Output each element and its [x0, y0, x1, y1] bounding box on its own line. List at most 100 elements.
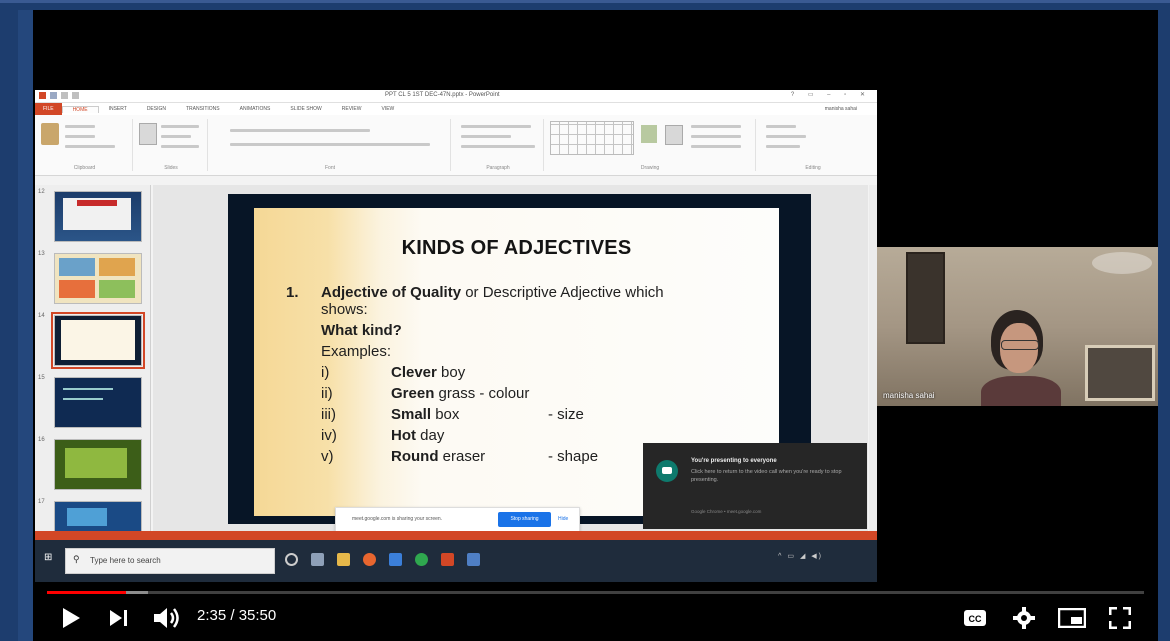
- ppt-titlebar: PPT CL 5 1ST DEC-47N.pptx - PowerPoint ?…: [35, 90, 877, 103]
- ribbon-group-label: Paragraph: [486, 165, 510, 171]
- ribbon-group-font: Font: [210, 119, 451, 171]
- item-text: or Descriptive Adjective which: [461, 284, 664, 301]
- ceiling-fan: [1092, 252, 1152, 274]
- ppt-window-title: PPT CL 5 1ST DEC-47N.pptx - PowerPoint: [385, 92, 500, 98]
- system-tray-icons: ^ ▭ ◢ ◀): [778, 553, 823, 560]
- fullscreen-icon[interactable]: [1109, 607, 1131, 629]
- powerpoint-taskbar-icon: [441, 553, 454, 566]
- search-icon: ⚲: [73, 554, 80, 564]
- slide-number: 12: [38, 189, 45, 195]
- example-bold: Round: [391, 448, 439, 465]
- ribbon-group-drawing: Drawing: [545, 119, 756, 171]
- volume-icon[interactable]: [153, 607, 181, 629]
- ribbon-tab-slideshow: SLIDE SHOW: [290, 106, 322, 112]
- ribbon-tab-file: FILE: [35, 103, 62, 115]
- ribbon-tab-transitions: TRANSITIONS: [185, 106, 220, 112]
- example-bold: Hot: [391, 427, 416, 444]
- wall-painting: [1085, 345, 1155, 401]
- video-player[interactable]: PPT CL 5 1ST DEC-47N.pptx - PowerPoint ?…: [33, 10, 1158, 641]
- presenting-notification: You're presenting to everyone Click here…: [643, 443, 867, 529]
- example-text: Green grass - colour: [391, 383, 529, 404]
- slide-thumbnail: [51, 312, 145, 369]
- slide-thumbnail: [54, 439, 142, 490]
- word-taskbar-icon: [467, 553, 480, 566]
- task-view-icon: [311, 553, 324, 566]
- video-progress-bar[interactable]: [47, 591, 1144, 594]
- example-note: - shape: [548, 448, 599, 465]
- ribbon-group-label: Clipboard: [73, 165, 96, 171]
- file-explorer-icon: [337, 553, 350, 566]
- ribbon: Clipboard Slides Font Paragraph Drawing …: [35, 115, 877, 176]
- window-controls-icon: ? ▭ – ▫ ✕: [790, 92, 871, 98]
- ribbon-group-label: Drawing: [640, 165, 660, 171]
- slide-number: 16: [38, 437, 45, 443]
- slide-thumbnail: [54, 501, 142, 533]
- taskbar-search-box: ⚲ Type here to search: [65, 548, 275, 574]
- slide-thumbnail-pane: 12 13 14 15 16 17: [35, 185, 151, 582]
- ribbon-group-label: Editing: [805, 165, 821, 171]
- example-text: Small box: [391, 404, 459, 425]
- svg-text:CC: CC: [969, 614, 982, 624]
- new-slide-icon: [139, 123, 157, 145]
- example-note: - size: [548, 406, 584, 423]
- wall-frame: [906, 252, 945, 344]
- slide-number: 13: [38, 251, 45, 257]
- participant-video-tile: manisha sahai: [877, 247, 1158, 406]
- examples-label: Examples:: [321, 343, 392, 360]
- closed-captions-icon[interactable]: CC: [963, 609, 987, 627]
- quick-access-toolbar: [39, 92, 79, 99]
- chrome-icon: [415, 553, 428, 566]
- example-num: iv): [321, 427, 337, 444]
- slide-scrollbar: [869, 185, 877, 582]
- hide-share-bar-button: Hide: [558, 516, 569, 522]
- example-text: Round eraser: [391, 446, 485, 467]
- participant-person: [981, 310, 1061, 406]
- ribbon-group-clipboard: Clipboard: [37, 119, 133, 171]
- ribbon-tab-design: DESIGN: [146, 106, 166, 112]
- taskbar-search-placeholder: Type here to search: [90, 556, 161, 565]
- windows-taskbar: ⊞ ⚲ Type here to search ^ ▭ ◢ ◀): [35, 540, 877, 582]
- example-bold: Clever: [391, 364, 437, 381]
- google-meet-icon: [656, 460, 678, 482]
- page-top-strip: [0, 0, 1170, 3]
- example-num: iii): [321, 406, 336, 423]
- powerpoint-logo-icon: [39, 92, 46, 99]
- ribbon-group-slides: Slides: [135, 119, 208, 171]
- cortana-icon: [285, 553, 298, 566]
- windows-start-icon: ⊞: [44, 552, 53, 563]
- taskbar-apps: [285, 553, 480, 566]
- screen-share-bar: meet.google.com is sharing your screen. …: [335, 507, 580, 532]
- example-rest: boy: [436, 364, 466, 381]
- play-icon[interactable]: [61, 607, 81, 629]
- slide-thumbnail: [54, 253, 142, 304]
- item-line2: shows:: [321, 301, 368, 318]
- example-bold: Green: [391, 385, 435, 402]
- ribbon-tab-view: VIEW: [381, 106, 395, 112]
- ribbon-tab-insert: INSERT: [108, 106, 127, 112]
- ppt-status-bar: [35, 531, 877, 540]
- ribbon-group-label: Font: [324, 165, 335, 171]
- slide-number: 15: [38, 375, 45, 381]
- ribbon-tab-animations: ANIMATIONS: [239, 106, 271, 112]
- ribbon-tab-home: HOME: [61, 105, 99, 113]
- undo-icon: [61, 92, 68, 99]
- example-rest: box: [431, 406, 460, 423]
- miniplayer-icon[interactable]: [1058, 608, 1086, 628]
- example-num: ii): [321, 385, 333, 402]
- stop-sharing-button: Stop sharing: [498, 512, 551, 527]
- share-message: meet.google.com is sharing your screen.: [352, 516, 443, 522]
- notification-source: Google Chrome • meet.google.com: [691, 509, 762, 514]
- ppt-user-name: manisha sahai: [824, 106, 857, 112]
- example-rest: day: [416, 427, 445, 444]
- example-num: i): [321, 364, 330, 381]
- slide-title: KINDS OF ADJECTIVES: [401, 237, 632, 259]
- ribbon-tabs: FILE HOME INSERT DESIGN TRANSITIONS ANIM…: [35, 103, 877, 115]
- example-rest: grass - colour: [434, 385, 530, 402]
- next-icon[interactable]: [109, 609, 129, 627]
- slide-thumbnail: [54, 191, 142, 242]
- question-text: What kind?: [321, 322, 402, 339]
- page-left-border: [18, 10, 33, 641]
- participant-name: manisha sahai: [883, 391, 935, 400]
- settings-gear-icon[interactable]: [1013, 607, 1035, 629]
- example-text: Clever boy: [391, 362, 465, 383]
